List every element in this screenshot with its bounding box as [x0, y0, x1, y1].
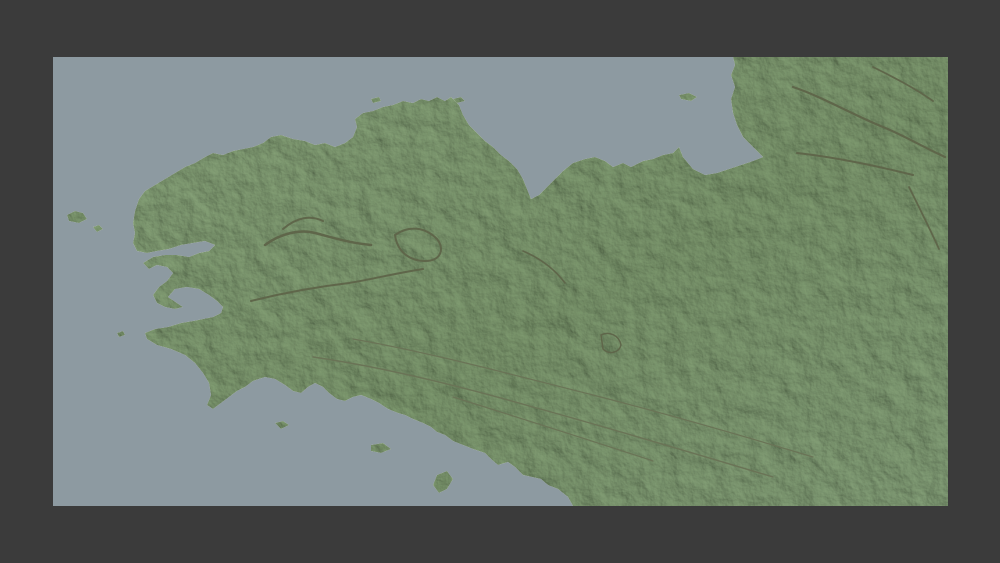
relief-map-svg — [53, 57, 948, 506]
map-viewer-stage — [0, 0, 1000, 563]
relief-map[interactable] — [53, 57, 948, 506]
